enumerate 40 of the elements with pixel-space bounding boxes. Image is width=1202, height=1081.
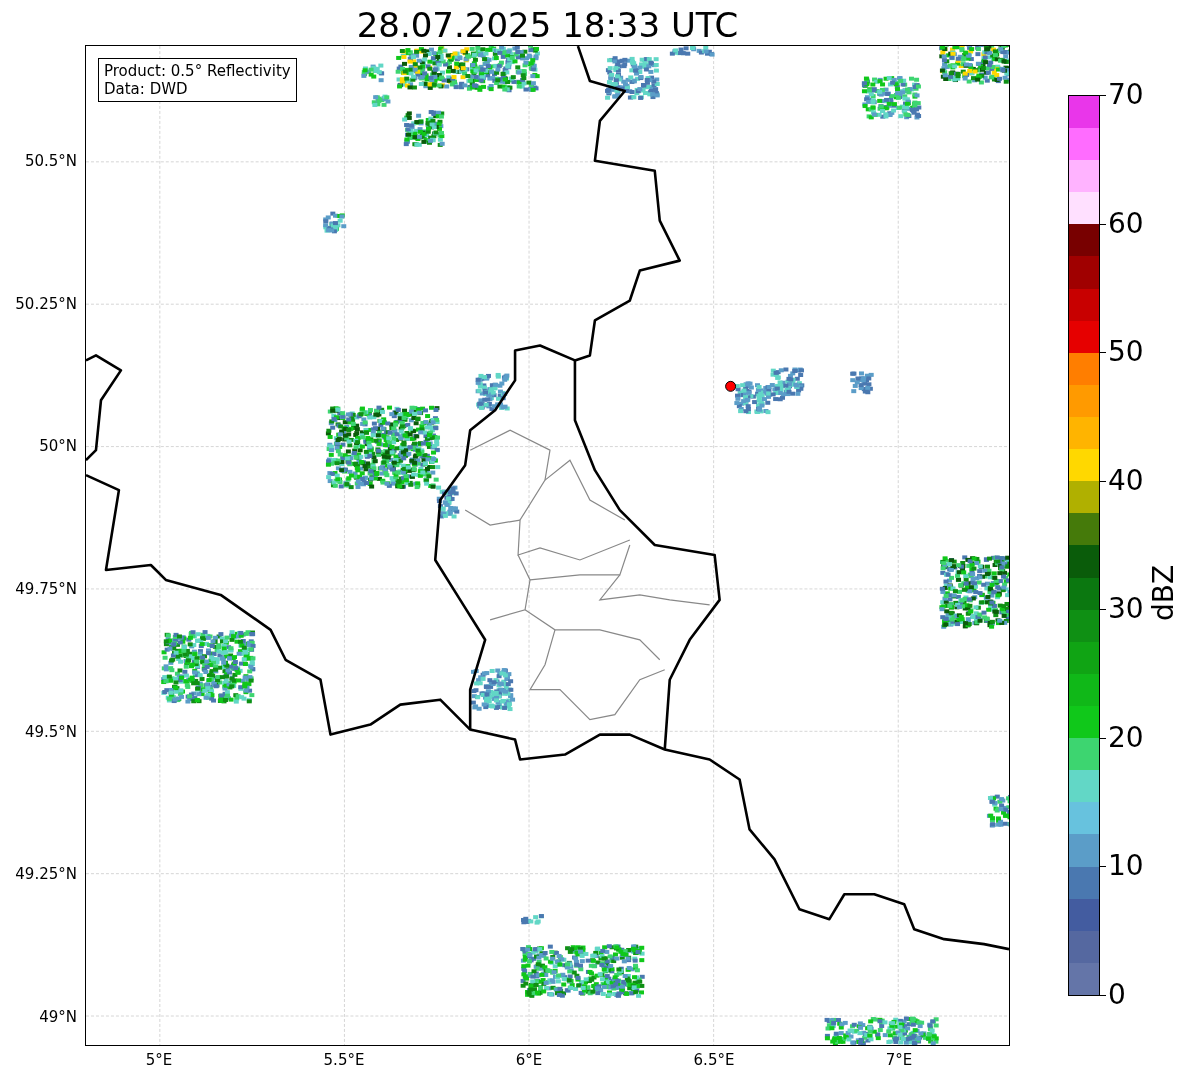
radar-echo [361, 63, 385, 83]
radar-echo [669, 46, 715, 57]
radar-site-marker [725, 380, 737, 392]
latitude-label: 49°N [39, 1008, 77, 1027]
scale-value-label: 20 [1108, 722, 1144, 753]
scale-value-label: 0 [1108, 980, 1126, 1010]
radar-echo [850, 371, 874, 395]
radar-echo [986, 794, 1009, 828]
scale-value-label: 60 [1108, 208, 1144, 239]
longitude-label: 6°E [515, 1051, 543, 1069]
radar-echo [861, 76, 922, 120]
radar-echo [323, 211, 347, 234]
scale-value-label: 40 [1108, 465, 1144, 496]
scale-unit-label: dBZ [1149, 564, 1180, 622]
scale-value-label: 30 [1108, 594, 1144, 625]
longitude-label: 6.5°E [693, 1051, 735, 1069]
scale-value-label: 50 [1108, 337, 1144, 368]
latitude-label: 50.25°N [15, 294, 77, 313]
radar-echo [470, 668, 516, 712]
latitude-label: 50°N [39, 437, 77, 456]
longitude-label: 5.5°E [323, 1051, 365, 1069]
info-text: Product: 0.5° Reflectivity [104, 62, 291, 80]
longitude-label: 7°E [885, 1051, 913, 1069]
scale-value-label: 70 [1108, 80, 1144, 110]
radar-echo [371, 94, 391, 107]
info-text: Data: DWD [104, 80, 189, 98]
radar-echo [475, 372, 510, 411]
latitude-label: 49.5°N [24, 722, 77, 741]
scale-value-label: 10 [1108, 851, 1144, 882]
radar-echo [402, 110, 445, 147]
longitude-label: 5°E [145, 1051, 173, 1069]
latitude-label: 49.75°N [15, 580, 77, 598]
radar-echo [734, 381, 772, 415]
latitude-label: 50.5°N [24, 152, 77, 170]
radar-echo [521, 914, 544, 925]
chart-title: 28.07.2025 18:33 UTC [356, 5, 739, 45]
radar-echo [605, 56, 660, 100]
radar-echo [769, 367, 805, 402]
latitude-label: 49.25°N [15, 865, 77, 884]
radar-echo [939, 46, 1009, 85]
